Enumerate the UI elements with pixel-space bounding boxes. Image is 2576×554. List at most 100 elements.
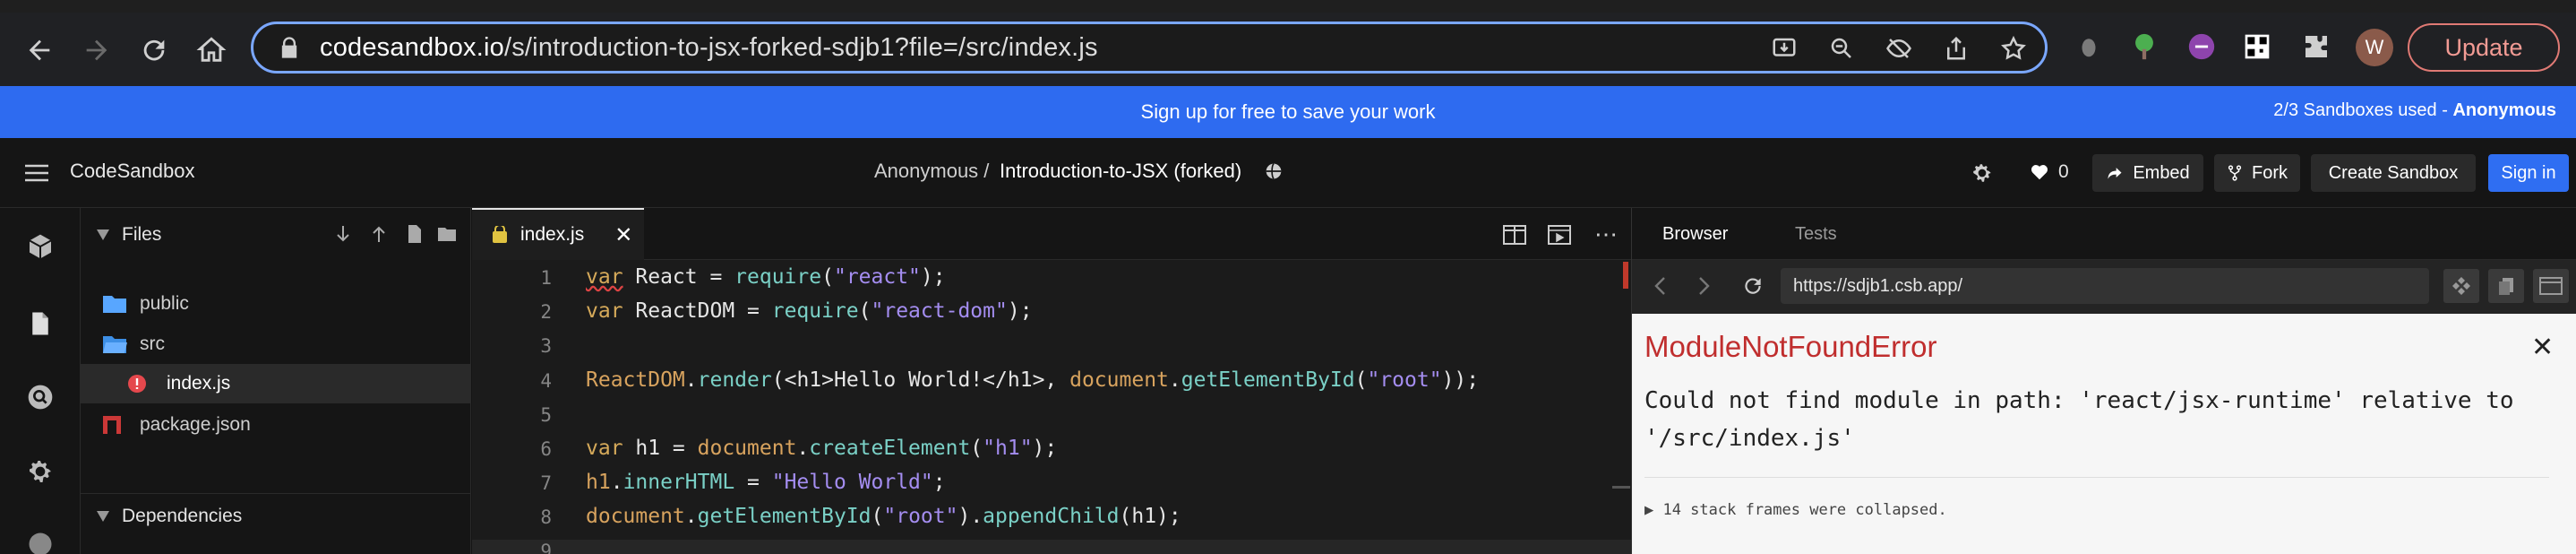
fork-icon [2228,165,2242,181]
line-number: 3 [540,335,552,357]
code-line-8: document.getElementById("root").appendCh… [586,505,1181,528]
tree-item-package-json[interactable]: package.json [81,405,471,445]
home-button[interactable] [186,25,236,75]
folder-icon [103,296,126,313]
signup-message[interactable]: Sign up for free to save your work [0,100,2576,124]
like-control[interactable]: 0 [2030,161,2069,183]
zoom-icon[interactable] [1826,33,1857,64]
profile-avatar[interactable]: W [2356,29,2393,66]
tab-tests[interactable]: Tests [1795,224,1837,245]
settings-gear-icon[interactable] [1971,161,1994,185]
sort-up-icon[interactable] [371,224,387,244]
dependencies-section-title[interactable]: Dependencies [122,506,242,527]
editor-tabs-bar [472,208,1631,260]
back-button[interactable] [14,25,64,75]
tree-item-public[interactable]: public [81,284,471,324]
github-icon[interactable] [21,525,59,554]
collapse-chevron-icon[interactable] [97,511,109,522]
current-line-highlight [472,540,1631,554]
like-count: 0 [2058,161,2069,182]
preview-forward-icon[interactable] [1698,276,1711,296]
error-divider [1644,477,2549,478]
tab-index-js[interactable]: index.js ✕ [472,208,644,260]
preview-open-window-button[interactable] [2533,269,2569,303]
tree-item-index-js[interactable]: index.js [81,364,471,403]
js-file-icon [493,226,507,243]
preview-devtools-button[interactable] [2443,269,2479,303]
preview-copy-button[interactable] [2488,269,2524,303]
home-icon [196,37,227,62]
brand-name[interactable]: CodeSandbox [70,160,194,183]
close-tab-icon[interactable]: ✕ [614,222,632,248]
tree-item-src[interactable]: src [81,325,471,364]
tab-label: index.js [520,224,585,245]
code-line-2: var ReactDOM = require("react-dom"); [586,299,1033,323]
sandboxes-used: 2/3 Sandboxes used - Anonymous [2273,100,2556,120]
share-icon[interactable] [1941,33,1971,64]
fork-button[interactable]: Fork [2214,154,2300,192]
tree-item-label: package.json [140,414,251,435]
address-url: codesandbox.io/s/introduction-to-jsx-for… [320,32,1098,62]
share-arrow-icon [2108,168,2122,179]
owner-breadcrumb[interactable]: Anonymous / [874,160,989,183]
address-bar[interactable]: codesandbox.io/s/introduction-to-jsx-for… [251,22,2048,74]
config-gear-icon[interactable] [21,453,59,490]
code-line-1: var React = require("react"); [586,265,946,289]
close-error-icon[interactable]: ✕ [2531,332,2554,363]
line-number: 6 [540,438,552,460]
preview-refresh-icon[interactable] [1741,274,1765,298]
collapsed-frames-toggle[interactable]: ▶ 14 stack frames were collapsed. [1644,501,1947,519]
lock-icon [281,37,297,58]
tab-browser[interactable]: Browser [1662,224,1728,245]
folder-open-icon [103,336,127,353]
preview-tabs [1632,208,2576,260]
update-button[interactable]: Update [2408,23,2560,72]
purple-extension-icon[interactable] [2184,29,2220,65]
signup-banner: Sign up for free to save your work 2/3 S… [0,86,2576,138]
sign-in-button[interactable]: Sign in [2488,154,2569,192]
embed-button[interactable]: Embed [2092,154,2203,192]
line-number: 9 [540,541,552,554]
collapse-chevron-icon[interactable] [97,229,109,240]
puzzle-extensions-icon[interactable] [2298,29,2334,65]
more-options-icon[interactable]: ⋯ [1594,221,1618,248]
sandbox-title[interactable]: Introduction-to-JSX (forked) [1000,160,1241,183]
embed-label: Embed [2133,162,2190,183]
error-message: Could not find module in path: 'react/js… [1644,387,2514,452]
bookmark-star-icon[interactable] [1998,33,2029,64]
sort-down-icon[interactable] [335,224,351,244]
new-folder-icon[interactable] [437,226,457,242]
install-app-icon[interactable] [1769,33,1799,64]
line-number: 2 [540,301,552,323]
menu-icon[interactable] [25,164,48,182]
line-number: 7 [540,472,552,494]
window-icon [2539,277,2563,295]
line-number: 4 [540,370,552,392]
reload-button[interactable] [129,25,179,75]
error-title: ModuleNotFoundError [1644,330,1937,363]
line-number: 5 [540,404,552,426]
fork-label: Fork [2252,162,2288,183]
search-icon[interactable] [21,378,59,416]
forward-button[interactable] [72,25,122,75]
copy-icon [2499,278,2513,295]
preview-address-input[interactable]: https://sdjb1.csb.app/ [1781,268,2429,304]
heart-icon [2031,165,2048,180]
preview-back-icon[interactable] [1653,276,1666,296]
line-number: 1 [540,267,552,289]
code-line-6: var h1 = document.createElement("h1"); [586,437,1058,460]
explorer-file-icon[interactable] [21,305,59,342]
create-sandbox-button[interactable]: Create Sandbox [2311,154,2476,192]
project-info-icon[interactable] [21,228,59,265]
eye-off-icon[interactable] [1884,33,1914,64]
globe-icon [1266,163,1282,179]
reload-icon [143,39,165,61]
scroll-indicator[interactable] [1612,486,1630,489]
tree-extension-icon[interactable] [2126,29,2162,65]
qr-code-icon[interactable] [2239,29,2275,65]
new-file-icon[interactable] [407,224,423,244]
files-section-title[interactable]: Files [122,224,161,246]
extension-icon[interactable] [2071,29,2107,65]
split-view-icon[interactable] [1503,224,1526,246]
preview-toggle-icon[interactable] [1548,224,1571,246]
